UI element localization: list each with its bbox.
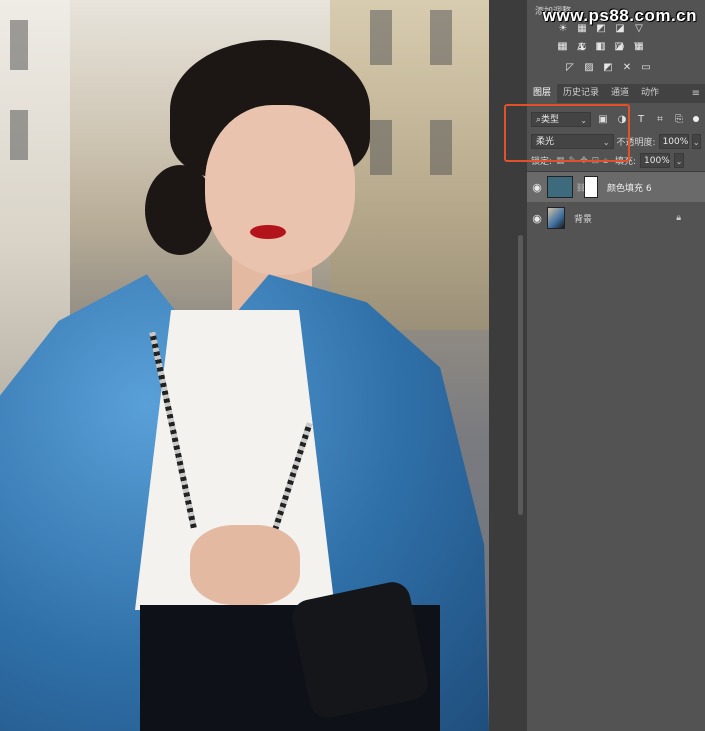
lock-all-icon[interactable]: 🔒︎ (603, 156, 608, 166)
building-window (10, 110, 28, 160)
threshold-icon[interactable]: ◩ (601, 61, 615, 73)
camera-icon[interactable]: ◎ (613, 40, 627, 52)
selective-color-icon[interactable]: ✕ (620, 61, 634, 73)
pixel-filter-icon[interactable]: ▣ (596, 112, 610, 126)
shape-filter-icon[interactable]: ⌗ (653, 112, 667, 126)
visibility-eye-icon[interactable]: ◉ (527, 181, 547, 194)
building-window (370, 10, 392, 65)
fill-label: 填充: (615, 157, 637, 167)
lock-artboard-icon[interactable]: ⊡ (592, 156, 600, 166)
face (205, 105, 355, 275)
lock-row: 锁定: ▦ ✎ ✥ ⊡ 🔒︎ 填充: 100% ⌄ (531, 152, 701, 169)
fill-chevron-icon[interactable]: ⌄ (674, 153, 685, 168)
watermark: www.ps88.com.cn (542, 6, 697, 25)
fill-input[interactable]: 100% (640, 153, 671, 168)
background-thumbnail (547, 207, 565, 229)
gradient-map-icon[interactable]: ▭ (639, 61, 653, 73)
layer-mask-thumbnail[interactable] (584, 176, 598, 198)
blend-mode-select[interactable]: 柔光 ⌄ (531, 133, 614, 149)
balance-icon[interactable]: ⚖ (575, 40, 589, 52)
panel-menu-icon[interactable]: ≡ (692, 88, 700, 99)
chevron-down-icon: ⌄ (602, 137, 610, 147)
tab-channels[interactable]: 通道 (605, 84, 635, 103)
invert-icon[interactable]: ◸ (563, 61, 577, 73)
building-window (370, 120, 392, 175)
opacity-input[interactable]: 100% (658, 133, 689, 149)
building-window (430, 10, 452, 65)
color-fill-thumbnail (547, 176, 573, 198)
scrollbar[interactable] (518, 235, 523, 515)
lock-label: 锁定: (531, 157, 553, 167)
adjustments-row-2: ▥ ⚖ ◧ ◎ ▦ (556, 40, 646, 52)
adjustments-row-3: ◸ ▨ ◩ ✕ ▭ (563, 61, 653, 73)
lock-paint-icon[interactable]: ✎ (569, 156, 577, 166)
building-window (10, 20, 28, 70)
layer-row-background[interactable]: ◉ 背景 🔒︎ (527, 203, 705, 233)
layer-row-color-fill[interactable]: ◉ ⛓ 颜色填充 6 (527, 172, 705, 202)
filter-toggle-icon[interactable] (693, 116, 699, 122)
opacity-label: 不透明度: (616, 137, 656, 148)
tab-actions[interactable]: 动作 (635, 84, 665, 103)
opacity-chevron-icon[interactable]: ⌄ (691, 133, 701, 149)
blend-row: 柔光 ⌄ 不透明度: 100% ⌄ (531, 132, 701, 150)
posterize-icon[interactable]: ▨ (582, 61, 596, 73)
layer-filter-row: ⌕类型 ⌄ ▣ ◑ T ⌗ ⎘ (531, 110, 701, 128)
bw-icon[interactable]: ◧ (594, 40, 608, 52)
tab-history[interactable]: 历史记录 (557, 84, 605, 103)
panel-tabs: 图层 历史记录 通道 动作 (527, 84, 705, 103)
layer-name: 背景 (574, 214, 593, 225)
visibility-eye-icon[interactable]: ◉ (527, 212, 547, 225)
grid-icon[interactable]: ▦ (632, 40, 646, 52)
chevron-down-icon: ⌄ (580, 115, 587, 125)
lips (250, 225, 286, 239)
adjustment-filter-icon[interactable]: ◑ (615, 112, 629, 126)
canvas-photo[interactable] (0, 0, 489, 731)
smart-object-filter-icon[interactable]: ⎘ (672, 112, 686, 126)
lock-icon[interactable]: 🔒︎ (676, 213, 681, 223)
lock-move-icon[interactable]: ✥ (580, 156, 588, 166)
panel-gutter (489, 0, 527, 731)
link-icon[interactable]: ⛓ (576, 183, 586, 192)
filter-kind-label: 类型 (541, 114, 560, 125)
type-filter-icon[interactable]: T (634, 112, 648, 126)
hand (190, 525, 300, 605)
blend-mode-value: 柔光 (536, 136, 555, 147)
layer-name: 颜色填充 6 (607, 183, 652, 194)
building-window (430, 120, 452, 175)
tab-layers[interactable]: 图层 (527, 84, 558, 103)
lock-transparent-icon[interactable]: ▦ (556, 156, 565, 166)
filter-kind-select[interactable]: ⌕类型 ⌄ (531, 111, 591, 127)
vibrance-icon[interactable]: ▥ (556, 40, 570, 52)
black-bag (288, 578, 432, 722)
